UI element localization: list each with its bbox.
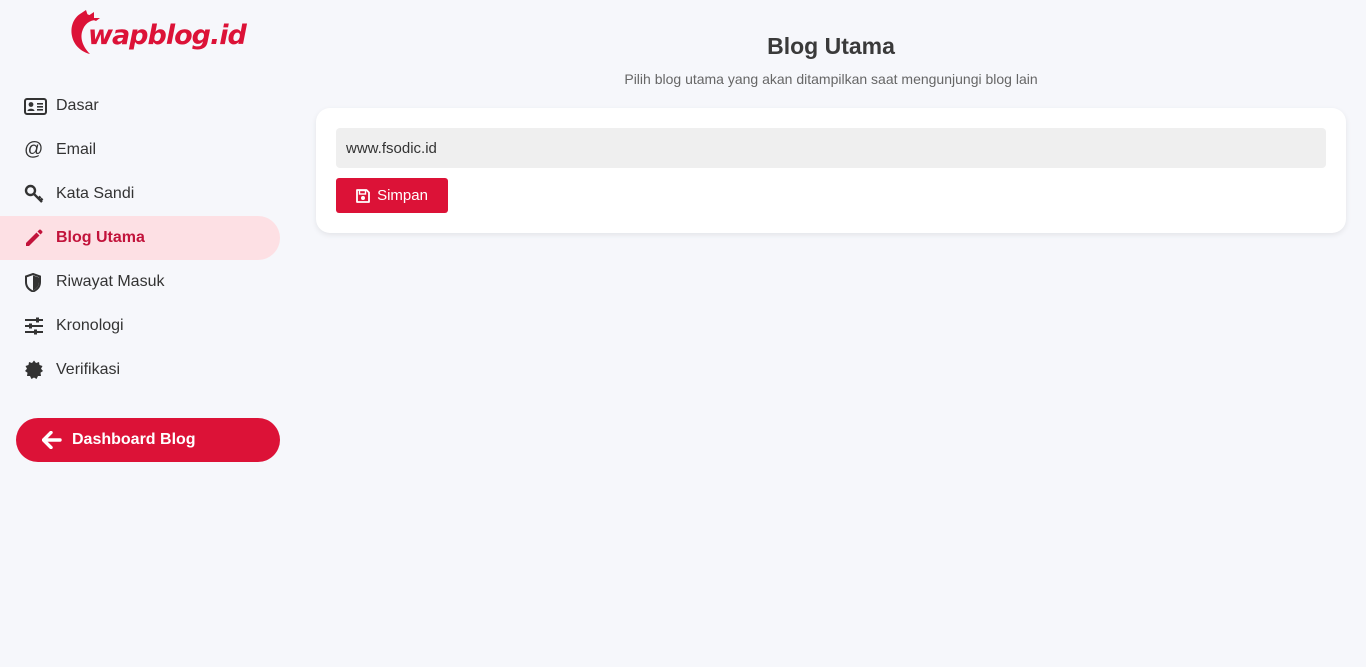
blog-utama-select[interactable] <box>336 128 1326 168</box>
shield-icon <box>24 272 48 292</box>
arrow-left-icon <box>42 431 62 449</box>
save-button-label: Simpan <box>377 187 428 204</box>
sidebar-item-verifikasi[interactable]: Verifikasi <box>0 348 280 392</box>
pencil-icon <box>24 228 48 248</box>
sidebar-item-label: Kata Sandi <box>56 185 135 202</box>
page-subtitle: Pilih blog utama yang akan ditampilkan s… <box>624 71 1038 87</box>
sidebar-item-label: Verifikasi <box>56 361 121 378</box>
sidebar-item-dasar[interactable]: Dasar <box>0 84 280 128</box>
sidebar-item-kata-sandi[interactable]: Kata Sandi <box>0 172 280 216</box>
page-title: Blog Utama <box>767 33 895 59</box>
sidebar-item-label: Riwayat Masuk <box>56 273 165 290</box>
at-icon: @ <box>24 139 44 160</box>
logo[interactable]: wapblog.id <box>66 8 247 58</box>
sidebar-item-label: Blog Utama <box>56 229 145 246</box>
sidebar-item-kronologi[interactable]: Kronologi <box>0 304 280 348</box>
sidebar-nav: Dasar @ Email Kata Sandi Blog Utama Riwa… <box>0 84 280 392</box>
sidebar-item-blog-utama[interactable]: Blog Utama <box>0 216 280 260</box>
key-icon <box>24 184 48 204</box>
dashboard-blog-button[interactable]: Dashboard Blog <box>16 418 280 462</box>
sidebar-item-riwayat-masuk[interactable]: Riwayat Masuk <box>0 260 280 304</box>
badge-icon <box>24 360 48 380</box>
sidebar-item-label: Email <box>56 141 97 158</box>
sliders-icon <box>24 316 48 336</box>
logo-text: wapblog.id <box>88 20 247 51</box>
dashboard-blog-label: Dashboard Blog <box>72 431 196 448</box>
floppy-disk-icon <box>356 188 370 203</box>
blog-utama-card: Simpan <box>316 108 1346 233</box>
save-button[interactable]: Simpan <box>336 178 448 213</box>
sidebar-item-email[interactable]: @ Email <box>0 128 280 172</box>
sidebar-item-label: Dasar <box>56 97 99 114</box>
sidebar-item-label: Kronologi <box>56 317 124 334</box>
sidebar: wapblog.id Dasar @ Email Kata Sandi Blog… <box>0 0 296 667</box>
id-card-icon <box>24 96 48 116</box>
